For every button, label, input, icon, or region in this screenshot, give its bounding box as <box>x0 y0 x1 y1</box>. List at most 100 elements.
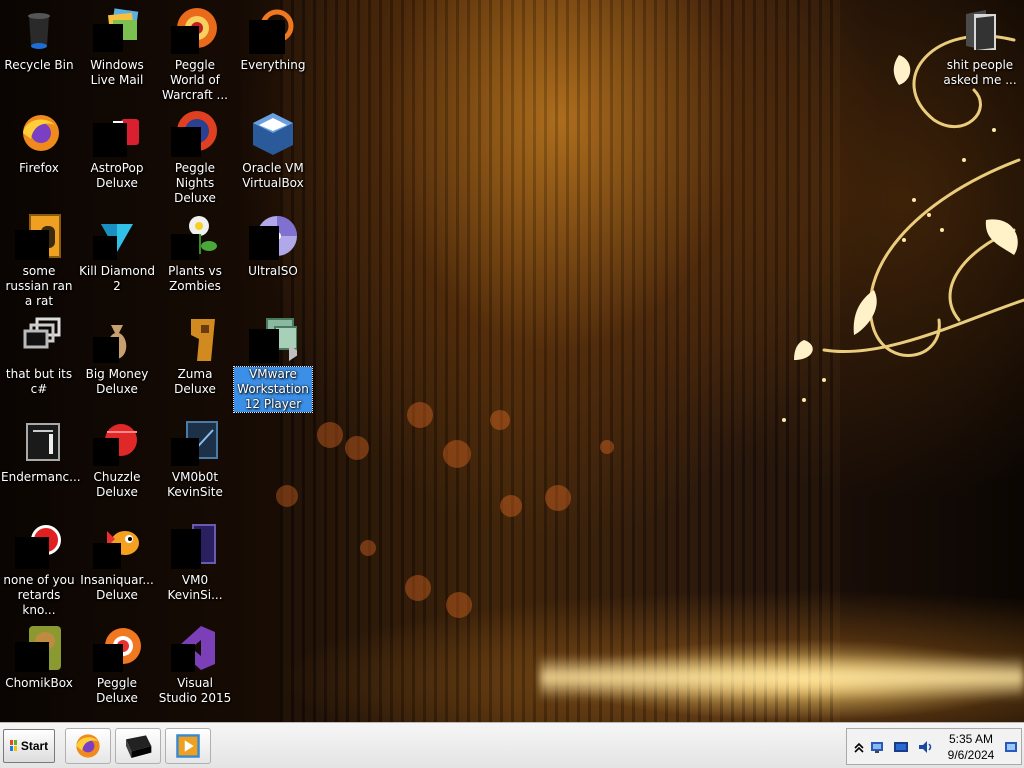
redacted-overlay <box>15 230 49 260</box>
firefox-icon <box>23 115 59 151</box>
system-tray: 5:35 AM 9/6/2024 <box>846 728 1022 765</box>
document-icon <box>171 524 216 569</box>
show-hidden-icons-chevron-icon[interactable] <box>851 739 867 755</box>
zuma-icon <box>191 319 215 361</box>
clock-date: 9/6/2024 <box>947 748 995 762</box>
desktop-icon-chuzzle-deluxe[interactable]: Chuzzle Deluxe <box>78 418 156 518</box>
taskbar-pinned-terminal[interactable] <box>115 728 161 764</box>
app-icon <box>15 521 63 569</box>
redacted-overlay <box>93 123 127 157</box>
bokeh-dot <box>545 485 571 511</box>
desktop-icon-windows-live-mail[interactable]: Windows Live Mail <box>78 6 156 106</box>
show-desktop-icon[interactable] <box>1003 739 1019 755</box>
desktop-icon-shit-people-asked-me[interactable]: shit people asked me ... <box>941 6 1019 106</box>
windows-logo-icon <box>9 740 18 752</box>
desktop-icon-label: Chuzzle Deluxe <box>93 470 141 499</box>
chuzzle-icon <box>93 424 137 466</box>
plants-icon <box>171 216 217 260</box>
desktop-icon-label: AstroPop Deluxe <box>90 161 144 190</box>
vmware-icon <box>249 318 297 363</box>
file-icon <box>23 317 61 349</box>
peggle-nights-icon <box>171 111 217 157</box>
desktop-icon-label: Visual Studio 2015 <box>158 676 232 705</box>
bokeh-dot <box>276 485 298 507</box>
chomikbox-icon <box>15 624 63 672</box>
desktop-icon-label: VMware Workstation 12 Player <box>233 366 313 413</box>
desktop-icon-label: Windows Live Mail <box>90 58 144 87</box>
taskbar-pinned-firefox[interactable] <box>65 728 111 764</box>
desktop-icon-label: Peggle World of Warcraft ... <box>162 58 228 102</box>
volume-icon[interactable] <box>917 739 933 755</box>
desktop-icon-label: ChomikBox <box>5 676 73 690</box>
desktop-icon-visual-studio-2015[interactable]: Visual Studio 2015 <box>156 624 234 724</box>
virtualbox-icon <box>253 113 293 155</box>
search-icon <box>249 9 294 54</box>
desktop-icon-recycle-bin[interactable]: Recycle Bin <box>0 6 78 106</box>
desktop-icon-label: Peggle Deluxe <box>96 676 138 705</box>
wallpaper-glow-band <box>540 655 1024 700</box>
desktop-icon-label: Plants vs Zombies <box>168 264 222 293</box>
desktop-icon-label: Everything <box>240 58 306 72</box>
redacted-overlay <box>15 642 49 672</box>
firefox-icon <box>76 734 100 758</box>
desktop-icon-label: Peggle Nights Deluxe <box>174 161 216 205</box>
desktop-icon-chomikbox[interactable]: ChomikBox <box>0 624 78 724</box>
visual-studio-icon <box>171 626 215 672</box>
desktop-icon-some-russian-ran-a-rat[interactable]: some russian ran a rat <box>0 212 78 312</box>
desktop-icon-ultraiso[interactable]: UltraISO <box>234 212 312 312</box>
bokeh-dot <box>446 592 472 618</box>
display-icon[interactable] <box>893 739 909 755</box>
peggle-deluxe-icon <box>93 628 141 672</box>
disc-icon <box>249 216 297 260</box>
desktop-icon-vm0-kevinsite[interactable]: VM0 KevinSi... <box>156 521 234 621</box>
desktop-icon-vmware-workstation-12-player[interactable]: VMware Workstation 12 Player <box>233 315 313 415</box>
desktop-icon-label: that but its c# <box>5 367 73 396</box>
shortcut-icon <box>15 212 63 260</box>
bokeh-dot <box>490 410 510 430</box>
desktop-icon-vm0b0t-kevinsite[interactable]: VM0b0t KevinSite <box>156 418 234 518</box>
desktop-icon-label: Firefox <box>19 161 59 175</box>
desktop-icon-that-but-its-csharp[interactable]: that but its c# <box>0 315 78 415</box>
desktop-icon-label: some russian ran a rat <box>5 264 73 308</box>
desktop-icon-label: Zuma Deluxe <box>174 367 216 396</box>
desktop-icon-peggle-world-of-warcraft[interactable]: Peggle World of Warcraft ... <box>156 6 234 106</box>
redacted-overlay <box>15 537 49 569</box>
clock-time: 5:35 AM <box>948 732 994 746</box>
desktop-icon-label: VM0 KevinSi... <box>167 573 223 602</box>
desktop-icon-endermanch[interactable]: Endermanc... <box>0 418 81 518</box>
network-icon[interactable] <box>869 739 885 755</box>
desktop-icon-oracle-vm-virtualbox[interactable]: Oracle VM VirtualBox <box>234 109 312 209</box>
diamond-icon <box>93 224 133 260</box>
desktop-icon-label: Oracle VM VirtualBox <box>242 161 304 190</box>
bokeh-dot <box>360 540 376 556</box>
desktop-icon-astropop-deluxe[interactable]: AstroPop Deluxe <box>78 109 156 209</box>
bokeh-dot <box>443 440 471 468</box>
desktop-icon-label: shit people asked me ... <box>943 58 1017 87</box>
desktop-icon-insaniquarium-deluxe[interactable]: Insaniquar... Deluxe <box>78 521 156 621</box>
desktop-icon-label: VM0b0t KevinSite <box>167 470 223 499</box>
bokeh-dot <box>405 575 431 601</box>
desktop-icon-kill-diamond-2[interactable]: Kill Diamond 2 <box>78 212 156 312</box>
taskbar-pinned-media-player[interactable] <box>165 728 211 764</box>
desktop-icon-label: Big Money Deluxe <box>85 367 149 396</box>
desktop-icon-label: Insaniquar... Deluxe <box>80 573 154 602</box>
taskbar-clock[interactable]: 5:35 AM 9/6/2024 <box>935 731 1007 763</box>
peggle-icon <box>171 8 217 54</box>
start-button[interactable]: Start <box>3 729 55 763</box>
folder-icon <box>966 10 996 50</box>
desktop-icon-firefox[interactable]: Firefox <box>0 109 78 209</box>
desktop-icon-big-money-deluxe[interactable]: Big Money Deluxe <box>78 315 156 415</box>
desktop-icon-everything[interactable]: Everything <box>234 6 312 106</box>
recycle-bin-icon <box>28 13 50 49</box>
fish-icon <box>93 531 139 569</box>
desktop-icon-plants-vs-zombies[interactable]: Plants vs Zombies <box>156 212 234 312</box>
desktop-icon-label: UltraISO <box>248 264 298 278</box>
vm-site-icon <box>171 421 218 466</box>
desktop-icon-zuma-deluxe[interactable]: Zuma Deluxe <box>156 315 234 415</box>
desktop-icon-label: none of you retards kno... <box>3 573 75 617</box>
desktop-icon-peggle-nights-deluxe[interactable]: Peggle Nights Deluxe <box>156 109 234 209</box>
desktop-icon-label: Endermanc... <box>1 470 81 484</box>
desktop-icon-none-of-you[interactable]: none of you retards kno... <box>0 521 78 621</box>
bokeh-dot <box>407 402 433 428</box>
desktop-icon-peggle-deluxe[interactable]: Peggle Deluxe <box>78 624 156 724</box>
